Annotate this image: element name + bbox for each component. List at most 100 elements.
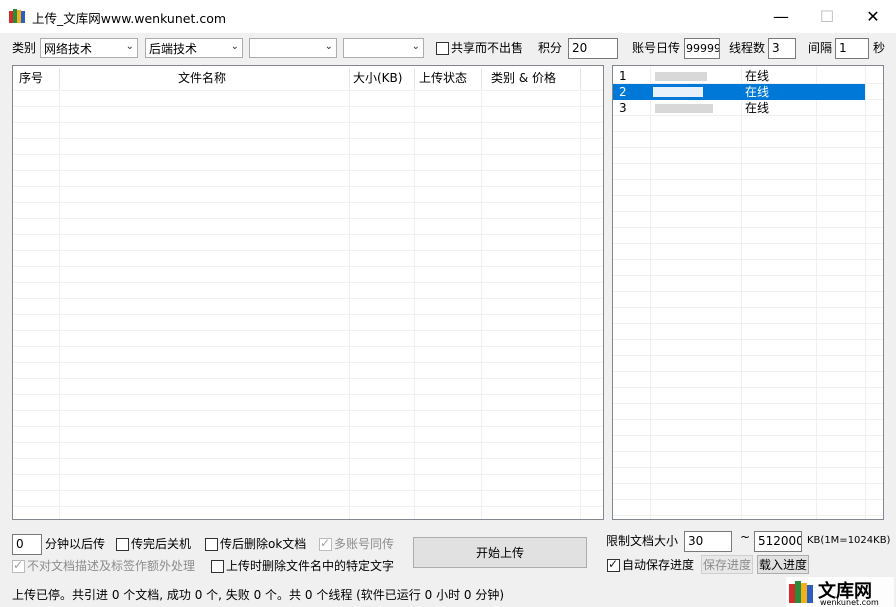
grid-line bbox=[613, 131, 883, 132]
grid-line bbox=[613, 227, 883, 228]
daily-upload-label: 账号日传 bbox=[632, 41, 681, 55]
file-table[interactable]: 序号 文件名称 大小(KB) 上传状态 类别 & 价格 bbox=[12, 65, 604, 520]
grid-line bbox=[613, 339, 883, 340]
col-header-category-price[interactable]: 类别 & 价格 bbox=[491, 66, 556, 90]
delete-ok-checkbox[interactable] bbox=[205, 538, 218, 551]
auto-save-label: 自动保存进度 bbox=[622, 558, 695, 572]
category4-select[interactable]: ⌄ bbox=[343, 38, 424, 58]
grid-line bbox=[613, 435, 883, 436]
account-status: 在线 bbox=[745, 101, 770, 115]
col-header-status[interactable]: 上传状态 bbox=[419, 66, 467, 90]
daily-upload-input[interactable]: 99999 bbox=[684, 38, 720, 59]
share-not-sell-checkbox[interactable] bbox=[436, 42, 449, 55]
grid-line bbox=[613, 467, 883, 468]
auto-save-checkbox[interactable] bbox=[607, 557, 620, 572]
grid-line bbox=[613, 419, 883, 420]
grid-line bbox=[13, 394, 603, 395]
grid-line bbox=[13, 250, 603, 251]
load-progress-button[interactable]: 载入进度 bbox=[757, 555, 809, 574]
limit-min-input[interactable]: 30 bbox=[684, 531, 732, 552]
threads-input[interactable]: 3 bbox=[768, 38, 796, 59]
account-status: 在线 bbox=[745, 85, 770, 99]
grid-line bbox=[613, 307, 883, 308]
start-upload-button[interactable]: 开始上传 bbox=[413, 537, 587, 568]
grid-line bbox=[613, 163, 883, 164]
watermark-logo: 文库网 wenkunet.com bbox=[786, 577, 894, 607]
grid-line bbox=[13, 170, 603, 171]
chevron-down-icon: ⌄ bbox=[324, 41, 333, 52]
grid-line bbox=[613, 499, 883, 500]
grid-line bbox=[613, 371, 883, 372]
col-header-index[interactable]: 序号 bbox=[19, 66, 43, 90]
grid-line bbox=[613, 515, 883, 516]
threads-label: 线程数 bbox=[729, 41, 766, 55]
grid-line bbox=[613, 211, 883, 212]
category1-select[interactable]: 网络技术 ⌄ bbox=[40, 38, 138, 58]
watermark-url: wenkunet.com bbox=[820, 598, 879, 607]
account-list[interactable]: 1 在线 2 在线 3 在线 bbox=[612, 65, 884, 520]
account-index: 2 bbox=[619, 85, 627, 99]
grid-line bbox=[613, 179, 883, 180]
tilde-separator: ~ bbox=[740, 530, 751, 544]
grid-line bbox=[13, 218, 603, 219]
grid-line bbox=[13, 474, 603, 475]
grid-line bbox=[13, 266, 603, 267]
grid-line bbox=[613, 147, 883, 148]
shutdown-label: 传完后关机 bbox=[131, 537, 192, 551]
no-extra-process-checkbox[interactable] bbox=[12, 558, 25, 573]
chevron-down-icon: ⌄ bbox=[411, 41, 420, 52]
points-input[interactable]: 20 bbox=[568, 38, 618, 59]
grid-line bbox=[13, 378, 603, 379]
grid-line bbox=[613, 259, 883, 260]
grid-line bbox=[13, 106, 603, 107]
no-extra-process-label: 不对文档描述及标签作额外处理 bbox=[27, 559, 196, 573]
grid-line bbox=[13, 186, 603, 187]
category3-select[interactable]: ⌄ bbox=[249, 38, 337, 58]
save-progress-button[interactable]: 保存进度 bbox=[701, 555, 753, 574]
grid-line bbox=[13, 122, 603, 123]
grid-line bbox=[13, 346, 603, 347]
grid-line bbox=[13, 154, 603, 155]
account-row[interactable]: 1 在线 bbox=[613, 68, 865, 84]
grid-line bbox=[13, 298, 603, 299]
account-name-redacted bbox=[655, 104, 713, 113]
col-header-size[interactable]: 大小(KB) bbox=[353, 66, 402, 90]
shutdown-checkbox[interactable] bbox=[116, 538, 129, 551]
grid-line bbox=[613, 195, 883, 196]
grid-line bbox=[613, 275, 883, 276]
delay-label: 分钟以后传 bbox=[45, 537, 106, 551]
col-header-filename[interactable]: 文件名称 bbox=[178, 66, 226, 90]
grid-line bbox=[13, 506, 603, 507]
delay-minutes-input[interactable]: 0 bbox=[12, 534, 42, 555]
account-status: 在线 bbox=[745, 69, 770, 83]
account-name-redacted bbox=[653, 87, 703, 97]
grid-line bbox=[13, 362, 603, 363]
grid-line bbox=[13, 314, 603, 315]
category2-value: 后端技术 bbox=[149, 41, 198, 56]
limit-size-label: 限制文档大小 bbox=[606, 534, 679, 548]
kb-note: KB(1M=1024KB) bbox=[807, 535, 891, 546]
grid-line bbox=[13, 490, 603, 491]
interval-label: 间隔 bbox=[808, 41, 833, 55]
account-row-selected[interactable]: 2 在线 bbox=[613, 84, 865, 100]
grid-line bbox=[613, 451, 883, 452]
category2-select[interactable]: 后端技术 ⌄ bbox=[145, 38, 243, 58]
grid-line bbox=[613, 483, 883, 484]
chevron-down-icon: ⌄ bbox=[230, 41, 239, 52]
grid-line bbox=[613, 291, 883, 292]
remove-text-checkbox[interactable] bbox=[211, 560, 224, 573]
grid-line bbox=[13, 426, 603, 427]
grid-line bbox=[13, 442, 603, 443]
interval-unit: 秒 bbox=[873, 41, 886, 55]
interval-input[interactable]: 1 bbox=[835, 38, 869, 59]
maximize-button[interactable]: ☐ bbox=[804, 0, 850, 33]
limit-max-input[interactable]: 512000 bbox=[754, 531, 802, 552]
minimize-button[interactable]: — bbox=[758, 0, 804, 33]
close-button[interactable]: ✕ bbox=[850, 0, 896, 33]
grid-line bbox=[613, 323, 883, 324]
multi-account-checkbox[interactable] bbox=[319, 536, 332, 551]
category1-value: 网络技术 bbox=[44, 41, 93, 56]
account-row[interactable]: 3 在线 bbox=[613, 100, 865, 116]
grid-line bbox=[13, 282, 603, 283]
delete-ok-label: 传后删除ok文档 bbox=[220, 537, 307, 551]
